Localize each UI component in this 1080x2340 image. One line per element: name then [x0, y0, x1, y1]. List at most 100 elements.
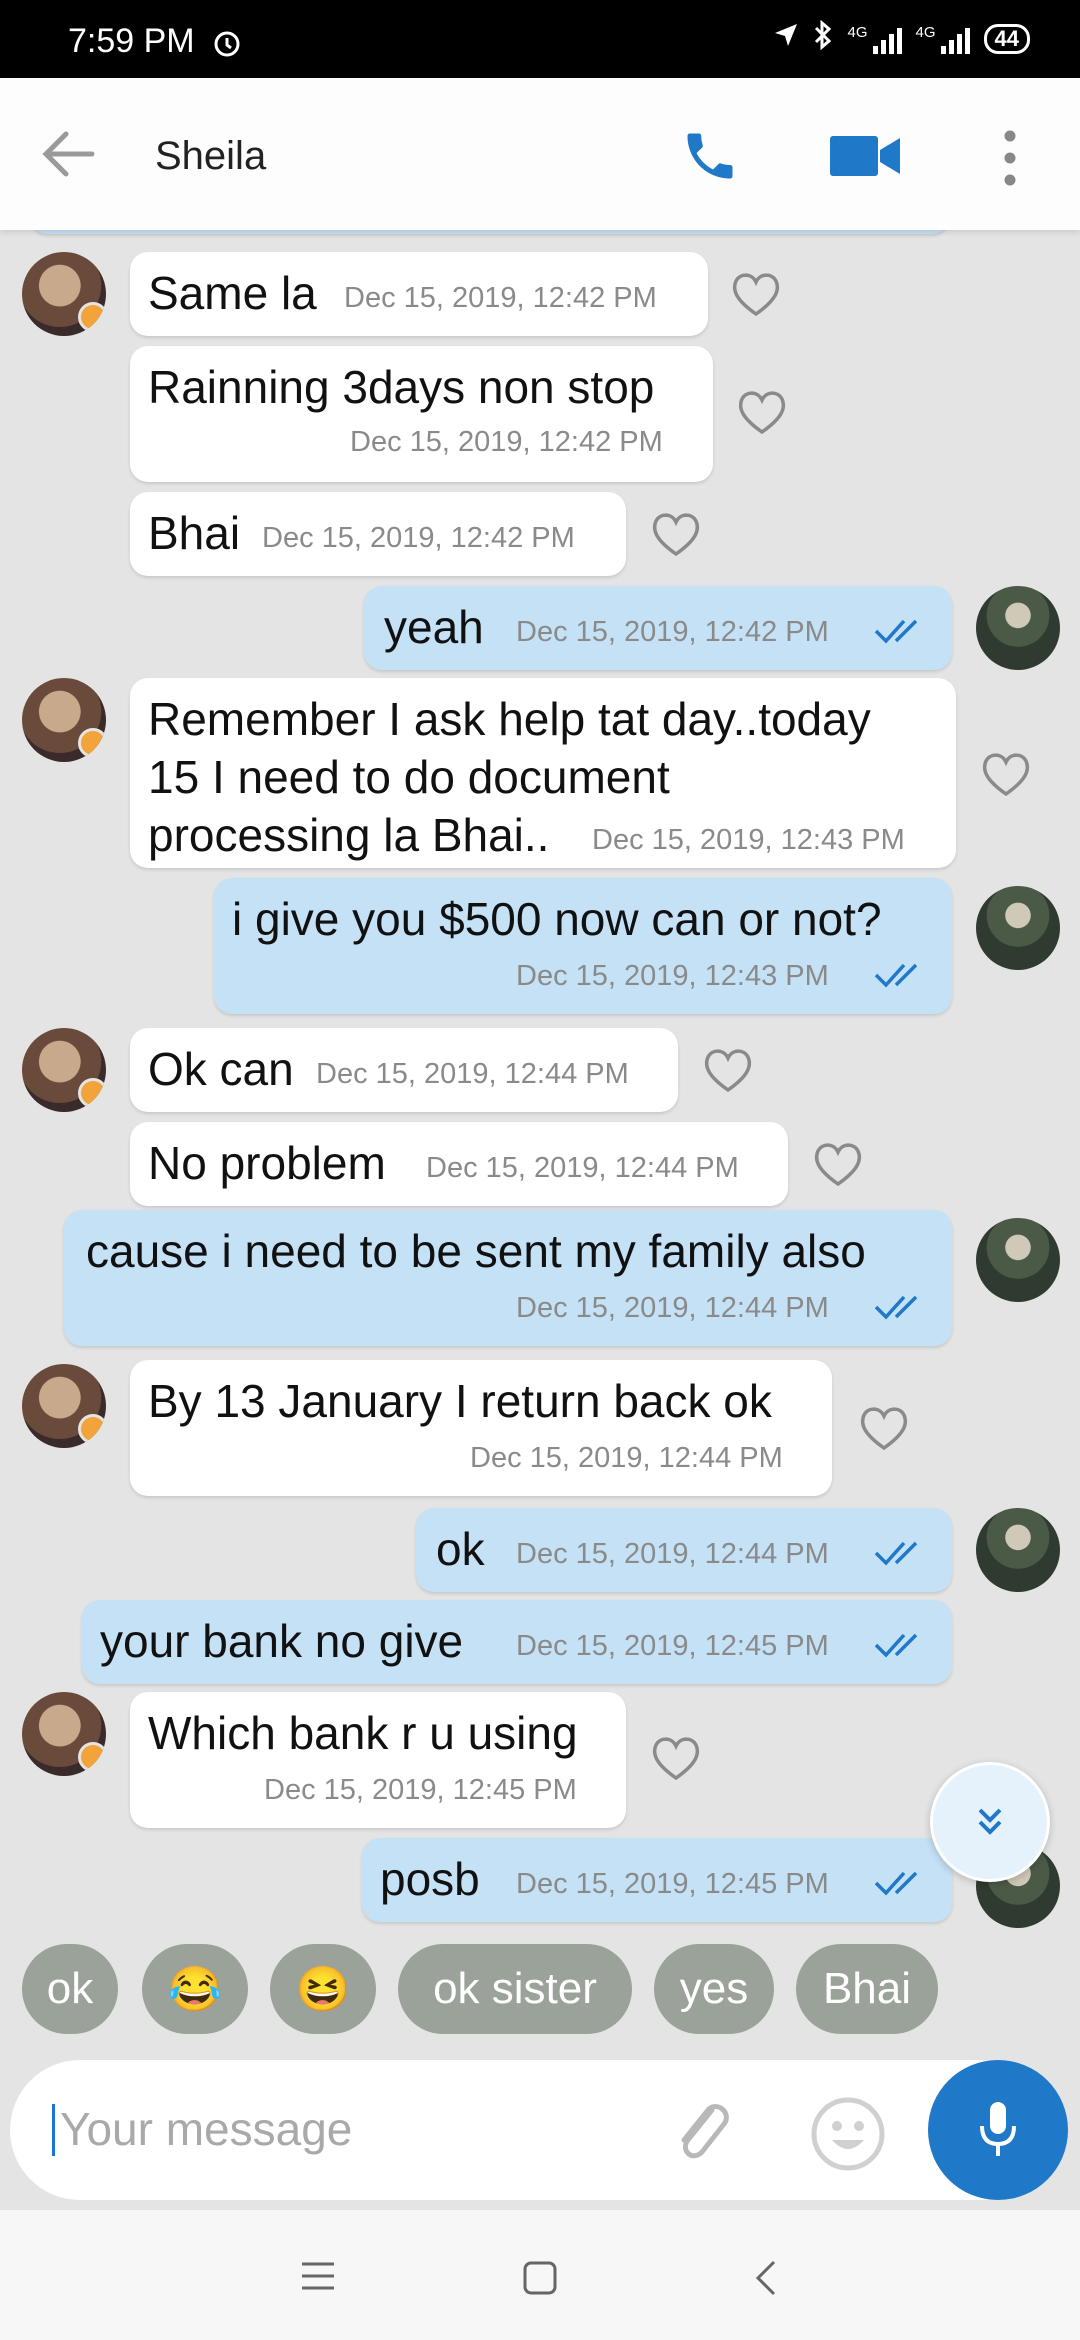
- message-text: Ok can: [148, 1043, 294, 1095]
- message-bubble-outgoing[interactable]: yeah Dec 15, 2019, 12:42 PM: [364, 586, 952, 670]
- message-bubble-incoming[interactable]: Bhai Dec 15, 2019, 12:42 PM: [130, 492, 626, 576]
- signal-icon-1: 4G: [847, 24, 902, 54]
- contact-avatar[interactable]: [22, 1692, 106, 1776]
- text-cursor: [52, 2104, 55, 2156]
- message-input[interactable]: Your message: [10, 2060, 1050, 2200]
- message-text: No problem: [148, 1137, 386, 1189]
- message-bubble-incoming[interactable]: Remember I ask help tat day..today 15 I …: [130, 678, 956, 868]
- heart-icon[interactable]: [648, 508, 704, 560]
- user-avatar[interactable]: [976, 1508, 1060, 1592]
- network-type-label: 4G: [915, 24, 936, 41]
- location-icon: [773, 22, 799, 56]
- phone-call-icon[interactable]: [680, 126, 740, 191]
- status-bar: 7:59 PM 4G 4G 44: [0, 0, 1080, 78]
- user-avatar[interactable]: [976, 586, 1060, 670]
- battery-icon: 44: [983, 24, 1030, 54]
- message-bubble-incoming[interactable]: Which bank r u using Dec 15, 2019, 12:45…: [130, 1692, 626, 1828]
- message-timestamp: Dec 15, 2019, 12:43 PM: [516, 960, 829, 992]
- status-icons: 4G 4G 44: [773, 19, 1030, 58]
- message-text: Same la: [148, 267, 317, 319]
- message-text-line-3: processing la Bhai..: [148, 809, 550, 861]
- heart-icon[interactable]: [734, 386, 790, 438]
- microphone-button[interactable]: [928, 2060, 1068, 2200]
- back-icon[interactable]: [752, 2258, 778, 2303]
- quick-replies: ok 😂 😆 ok sister yes Bhai: [0, 1930, 1080, 2050]
- quick-reply-chip-emoji[interactable]: 😆: [270, 1944, 376, 2034]
- message-bubble-outgoing[interactable]: cause i need to be sent my family also D…: [64, 1210, 952, 1346]
- message-text: Rainning 3days non stop: [148, 361, 655, 413]
- user-avatar[interactable]: [976, 1218, 1060, 1302]
- message-text: your bank no give: [100, 1615, 464, 1667]
- quick-reply-chip[interactable]: ok sister: [398, 1944, 632, 2034]
- message-timestamp: Dec 15, 2019, 12:42 PM: [262, 522, 575, 554]
- message-composer: Your message: [10, 2060, 1070, 2200]
- message-bubble-outgoing[interactable]: posb Dec 15, 2019, 12:45 PM: [362, 1838, 952, 1922]
- chat-header: Sheila: [0, 78, 1080, 230]
- message-timestamp: Dec 15, 2019, 12:45 PM: [264, 1774, 577, 1806]
- message-text-line-1: Remember I ask help tat day..today: [148, 693, 871, 745]
- heart-icon[interactable]: [700, 1044, 756, 1096]
- message-text: yeah: [384, 601, 484, 653]
- message-bubble-outgoing[interactable]: your bank no give Dec 15, 2019, 12:45 PM: [82, 1600, 952, 1684]
- message-timestamp: Dec 15, 2019, 12:44 PM: [516, 1292, 829, 1324]
- message-bubble-partial: [30, 230, 950, 234]
- message-text: ok: [436, 1523, 485, 1575]
- alarm-icon: [212, 28, 242, 63]
- message-timestamp: Dec 15, 2019, 12:44 PM: [516, 1538, 829, 1570]
- message-bubble-incoming[interactable]: By 13 January I return back ok Dec 15, 2…: [130, 1360, 832, 1496]
- read-receipt-icon: [874, 963, 918, 988]
- read-receipt-icon: [874, 619, 918, 644]
- network-type-label: 4G: [847, 24, 868, 41]
- heart-icon[interactable]: [728, 268, 784, 320]
- message-timestamp: Dec 15, 2019, 12:42 PM: [350, 426, 663, 458]
- message-bubble-outgoing[interactable]: ok Dec 15, 2019, 12:44 PM: [416, 1508, 952, 1592]
- double-chevron-down-icon: [978, 1808, 1002, 1835]
- contact-avatar[interactable]: [22, 678, 106, 762]
- read-receipt-icon: [874, 1541, 918, 1566]
- heart-icon[interactable]: [856, 1402, 912, 1454]
- message-timestamp: Dec 15, 2019, 12:45 PM: [516, 1630, 829, 1662]
- message-bubble-incoming[interactable]: No problem Dec 15, 2019, 12:44 PM: [130, 1122, 788, 1206]
- message-bubble-outgoing[interactable]: i give you $500 now can or not? Dec 15, …: [214, 878, 952, 1014]
- recent-apps-icon[interactable]: [300, 2260, 336, 2297]
- paperclip-icon[interactable]: [670, 2090, 734, 2175]
- more-options-icon[interactable]: [1000, 128, 1020, 193]
- user-avatar[interactable]: [976, 886, 1060, 970]
- heart-icon[interactable]: [648, 1732, 704, 1784]
- heart-icon[interactable]: [810, 1138, 866, 1190]
- quick-reply-chip-emoji[interactable]: 😂: [142, 1944, 248, 2034]
- message-bubble-incoming[interactable]: Rainning 3days non stop Dec 15, 2019, 12…: [130, 346, 713, 482]
- message-timestamp: Dec 15, 2019, 12:43 PM: [592, 824, 905, 856]
- bluetooth-icon: [813, 19, 833, 58]
- microphone-icon: [980, 2102, 1016, 2156]
- heart-icon[interactable]: [978, 748, 1034, 800]
- contact-avatar[interactable]: [22, 252, 106, 336]
- message-timestamp: Dec 15, 2019, 12:44 PM: [316, 1058, 629, 1090]
- video-call-icon[interactable]: [830, 134, 902, 183]
- message-timestamp: Dec 15, 2019, 12:45 PM: [516, 1868, 829, 1900]
- message-text: cause i need to be sent my family also: [86, 1225, 866, 1277]
- status-time: 7:59 PM: [68, 22, 195, 60]
- message-bubble-incoming[interactable]: Same la Dec 15, 2019, 12:42 PM: [130, 252, 708, 336]
- message-text: Bhai: [148, 507, 241, 559]
- message-list[interactable]: Same la Dec 15, 2019, 12:42 PM Rainning …: [0, 230, 1080, 1930]
- message-timestamp: Dec 15, 2019, 12:42 PM: [516, 616, 829, 648]
- smiley-icon[interactable]: [810, 2096, 886, 2177]
- scroll-to-bottom-button[interactable]: [930, 1762, 1050, 1882]
- read-receipt-icon: [874, 1633, 918, 1658]
- message-timestamp: Dec 15, 2019, 12:42 PM: [344, 282, 657, 314]
- message-bubble-incoming[interactable]: Ok can Dec 15, 2019, 12:44 PM: [130, 1028, 678, 1112]
- quick-reply-chip[interactable]: yes: [654, 1944, 774, 2034]
- back-arrow-icon[interactable]: [40, 128, 96, 185]
- signal-icon-2: 4G: [916, 24, 970, 54]
- home-icon[interactable]: [522, 2260, 558, 2301]
- system-navigation-bar: [0, 2210, 1080, 2340]
- read-receipt-icon: [874, 1871, 918, 1896]
- contact-avatar[interactable]: [22, 1364, 106, 1448]
- contact-name[interactable]: Sheila: [155, 134, 266, 179]
- quick-reply-chip[interactable]: ok: [22, 1944, 118, 2034]
- quick-reply-chip[interactable]: Bhai: [796, 1944, 938, 2034]
- message-text: posb: [380, 1853, 480, 1905]
- contact-avatar[interactable]: [22, 1028, 106, 1112]
- message-timestamp: Dec 15, 2019, 12:44 PM: [470, 1442, 783, 1474]
